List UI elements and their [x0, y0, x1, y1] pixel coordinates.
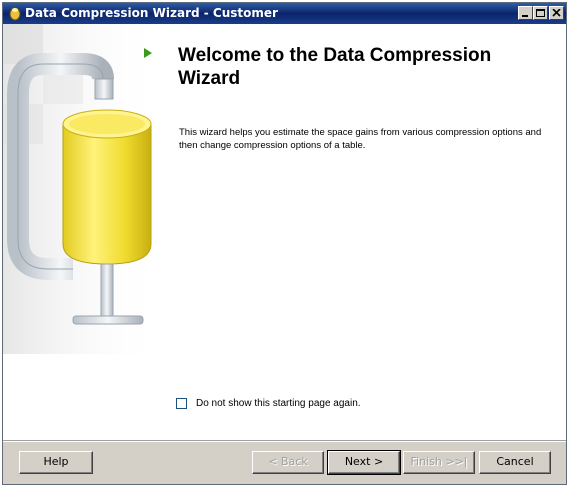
- finish-button-label: Finish >>|: [410, 455, 468, 468]
- minimize-icon: [522, 15, 528, 17]
- cancel-button[interactable]: Cancel: [479, 451, 551, 474]
- help-button[interactable]: Help: [19, 451, 93, 474]
- app-icon: [9, 7, 21, 21]
- close-icon: [552, 9, 561, 17]
- cancel-button-label: Cancel: [496, 455, 534, 468]
- back-button-label: < Back: [268, 455, 308, 468]
- maximize-button[interactable]: [533, 6, 548, 20]
- clamp-cylinder-illustration: [3, 24, 163, 354]
- button-bar: Help < Back Next > Finish >>| Cancel: [3, 442, 566, 484]
- window-title: Data Compression Wizard - Customer: [25, 6, 278, 20]
- maximize-icon: [536, 9, 545, 17]
- help-button-label: Help: [43, 455, 69, 468]
- title-bar[interactable]: Data Compression Wizard - Customer: [3, 3, 566, 24]
- next-button[interactable]: Next >: [327, 450, 401, 475]
- skip-welcome-label[interactable]: Do not show this starting page again.: [196, 398, 361, 409]
- minimize-button[interactable]: [518, 6, 533, 20]
- back-button[interactable]: < Back: [252, 451, 324, 474]
- wizard-content: Welcome to the Data Compression Wizard T…: [3, 24, 566, 440]
- next-button-label: Next >: [344, 455, 384, 468]
- finish-button[interactable]: Finish >>|: [403, 451, 475, 474]
- page-heading: Welcome to the Data Compression Wizard: [178, 45, 492, 89]
- close-button[interactable]: [549, 6, 564, 20]
- skip-welcome-checkbox[interactable]: [176, 398, 187, 409]
- page-description: This wizard helps you estimate the space…: [179, 127, 542, 151]
- current-step-arrow-icon: [144, 48, 152, 58]
- wizard-window: Data Compression Wizard - Customer Welco…: [2, 2, 567, 485]
